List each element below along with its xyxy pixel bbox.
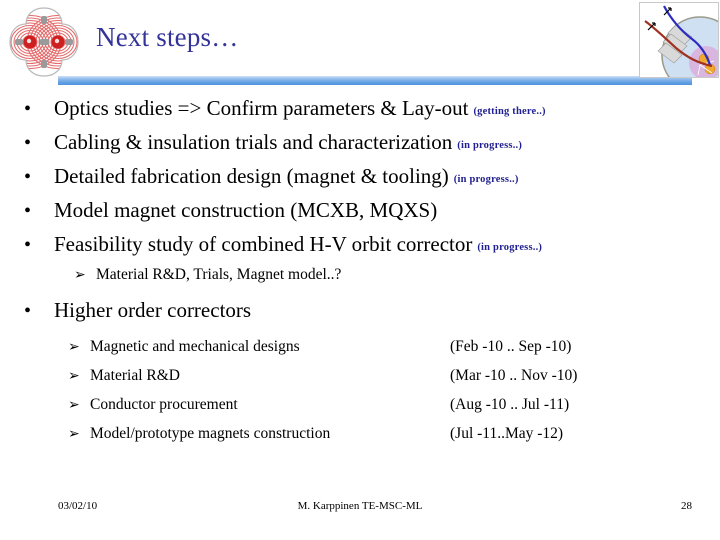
arrow-bullet-icon: ➢ [68, 427, 80, 442]
bullet-marker-icon: • [24, 300, 32, 322]
schedule-row: ➢ Magnetic and mechanical designs (Feb -… [68, 338, 720, 367]
bullet-item-model-magnet-construction: • Model magnet construction (MCXB, MQXS) [0, 198, 720, 232]
arrow-bullet-icon: ➢ [68, 398, 80, 413]
bullet-marker-icon: • [24, 234, 32, 256]
schedule-table: ➢ Magnetic and mechanical designs (Feb -… [0, 338, 720, 454]
footer-author: M. Karppinen TE-MSC-ML [297, 500, 423, 512]
bullet-marker-icon: • [24, 98, 32, 120]
bullet-text: Model magnet construction (MCXB, MQXS) [54, 198, 438, 222]
bullet-marker-icon: • [24, 132, 32, 154]
status-annotation: (in progress..) [477, 242, 543, 253]
bullet-marker-icon: • [24, 200, 32, 222]
bullet-item-higher-order-correctors: • Higher order correctors [0, 298, 720, 332]
slide-footer: 03/02/10 M. Karppinen TE-MSC-ML 28 [0, 498, 720, 520]
bullet-text: Detailed fabrication design (magnet & to… [54, 164, 519, 188]
bullet-item-cabling-insulation: • Cabling & insulation trials and charac… [0, 130, 720, 164]
bullet-text: Cabling & insulation trials and characte… [54, 130, 523, 154]
bullet-text: Higher order correctors [54, 298, 252, 322]
magnetic-field-map-icon [8, 6, 80, 78]
schedule-task-label: Conductor procurement [90, 396, 238, 413]
page-title: Next steps… [96, 22, 239, 52]
status-annotation: (getting there..) [473, 106, 546, 117]
schedule-row: ➢ Conductor procurement (Aug -10 .. Jul … [68, 396, 720, 425]
schedule-task-label: Magnetic and mechanical designs [90, 338, 300, 355]
title-divider-rule [58, 76, 692, 85]
bullet-item-fabrication-design: • Detailed fabrication design (magnet & … [0, 164, 720, 198]
schedule-task-label: Model/prototype magnets construction [90, 425, 331, 442]
bullet-text: Feasibility study of combined H-V orbit … [54, 232, 543, 256]
beamline-layout-icon [639, 2, 719, 78]
status-annotation: (in progress..) [457, 140, 523, 151]
slide-header: Next steps… [0, 0, 720, 92]
sub-bullet-text: Material R&D, Trials, Magnet model..? [96, 266, 342, 283]
bullet-item-feasibility-study: • Feasibility study of combined H-V orbi… [0, 232, 720, 266]
bullet-text: Optics studies => Confirm parameters & L… [54, 96, 546, 120]
footer-page-number: 28 [681, 500, 692, 512]
arrow-bullet-icon: ➢ [68, 369, 80, 384]
schedule-period-label: (Aug -10 .. Jul -11) [450, 396, 570, 413]
slide-body: • Optics studies => Confirm parameters &… [0, 96, 720, 454]
schedule-task-label: Material R&D [90, 367, 180, 384]
schedule-period-label: (Jul -11..May -12) [450, 425, 564, 442]
bullet-marker-icon: • [24, 166, 32, 188]
sub-bullet-item-material-rd: ➢ Material R&D, Trials, Magnet model..? [0, 266, 720, 298]
schedule-period-label: (Mar -10 .. Nov -10) [450, 367, 578, 384]
arrow-bullet-icon: ➢ [68, 340, 80, 355]
schedule-row: ➢ Model/prototype magnets construction (… [68, 425, 720, 454]
schedule-row: ➢ Material R&D (Mar -10 .. Nov -10) [68, 367, 720, 396]
schedule-period-label: (Feb -10 .. Sep -10) [450, 338, 572, 355]
bullet-item-optics-studies: • Optics studies => Confirm parameters &… [0, 96, 720, 130]
status-annotation: (in progress..) [453, 174, 519, 185]
arrow-bullet-icon: ➢ [74, 268, 86, 283]
